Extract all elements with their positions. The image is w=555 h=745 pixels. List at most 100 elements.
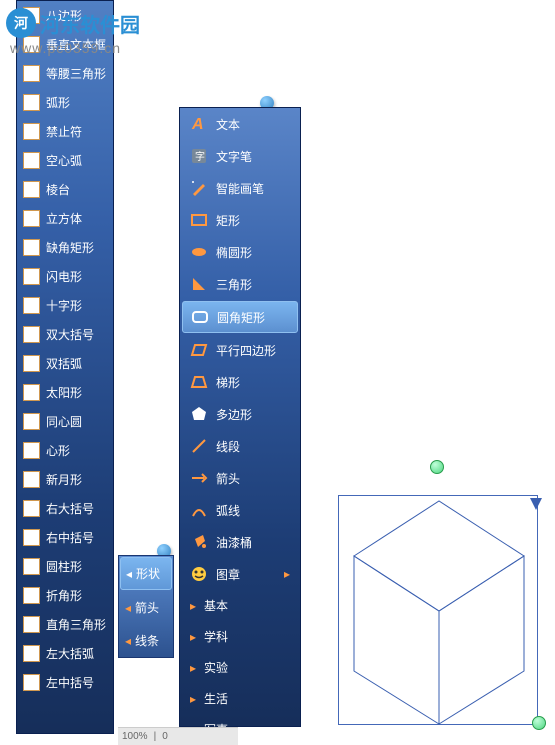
shape-item-isosceles-triangle[interactable]: 等腰三角形 (17, 59, 113, 88)
tool-trapezoid[interactable]: 梯形 (180, 366, 300, 398)
shape-item-heart[interactable]: 心形 (17, 436, 113, 465)
shape-item-arc[interactable]: 弧形 (17, 88, 113, 117)
tool-text[interactable]: A文本 (180, 108, 300, 140)
arrow-icon (190, 469, 208, 487)
tool-stamp[interactable]: 图章▸ (180, 558, 300, 590)
shape-item-frustum[interactable]: 棱台 (17, 175, 113, 204)
shape-item-cube[interactable]: 立方体 (17, 204, 113, 233)
text-icon: A (190, 115, 208, 133)
cross-icon (23, 297, 40, 314)
tool-arrow[interactable]: 箭头 (180, 462, 300, 494)
shape-item-concentric[interactable]: 同心圆 (17, 407, 113, 436)
angle-value: 0 (162, 731, 168, 742)
right-bracket-icon (23, 529, 40, 546)
shape-item-right-brace[interactable]: 右大括号 (17, 494, 113, 523)
status-bar: 100% | 0 (118, 727, 238, 745)
shape-list-panel[interactable]: 八边形 垂直文本框 等腰三角形 弧形 禁止符 空心弧 棱台 立方体 缺角矩形 闪… (16, 0, 114, 734)
mini-item-shapes[interactable]: ◂形状 (120, 557, 172, 590)
resize-handle[interactable] (532, 716, 546, 730)
shape-item-hollow-arc[interactable]: 空心弧 (17, 146, 113, 175)
tool-triangle[interactable]: 三角形 (180, 268, 300, 300)
shape-item-cross[interactable]: 十字形 (17, 291, 113, 320)
right-brace-icon (23, 500, 40, 517)
notched-rect-icon (23, 239, 40, 256)
ellipse-icon (190, 243, 208, 261)
shape-item-double-bracket[interactable]: 双括弧 (17, 349, 113, 378)
lightning-icon (23, 268, 40, 285)
shape-item-lightning[interactable]: 闪电形 (17, 262, 113, 291)
folded-corner-icon (23, 587, 40, 604)
tool-panel: A文本 字文字笔 智能画笔 矩形 椭圆形 三角形 圆角矩形 平行四边形 梯形 多… (179, 107, 301, 727)
cube-icon (23, 210, 40, 227)
svg-text:字: 字 (195, 150, 205, 163)
shape-item-notched-rect[interactable]: 缺角矩形 (17, 233, 113, 262)
category-subject[interactable]: ▸学科 (180, 621, 300, 652)
chevron-right-icon: ▸ (190, 630, 196, 644)
drawing-canvas[interactable] (328, 460, 546, 730)
triangle-icon (190, 275, 208, 293)
arc-icon (190, 501, 208, 519)
category-basic[interactable]: ▸基本 (180, 590, 300, 621)
hollow-arc-icon (23, 152, 40, 169)
bucket-icon (190, 533, 208, 551)
shape-item-prohibition[interactable]: 禁止符 (17, 117, 113, 146)
selection-box[interactable] (338, 495, 538, 725)
tool-smart-pen[interactable]: 智能画笔 (180, 172, 300, 204)
smart-pen-icon (190, 179, 208, 197)
tool-ellipse[interactable]: 椭圆形 (180, 236, 300, 268)
rotate-handle[interactable] (430, 460, 444, 474)
shape-item-vertical-textbox[interactable]: 垂直文本框 (17, 30, 113, 59)
concentric-icon (23, 413, 40, 430)
shape-item-crescent[interactable]: 新月形 (17, 465, 113, 494)
heart-icon (23, 442, 40, 459)
chevron-left-icon: ◂ (125, 601, 131, 615)
shape-item-right-bracket[interactable]: 右中括号 (17, 523, 113, 552)
shape-item-left-bracket[interactable]: 左中括号 (17, 668, 113, 697)
double-brace-icon (23, 326, 40, 343)
chevron-right-icon: ▸ (284, 567, 290, 581)
left-bracket-icon (23, 674, 40, 691)
tool-rectangle[interactable]: 矩形 (180, 204, 300, 236)
tool-parallelogram[interactable]: 平行四边形 (180, 334, 300, 366)
chevron-right-icon: ▸ (190, 661, 196, 675)
tool-arc[interactable]: 弧线 (180, 494, 300, 526)
tool-polygon[interactable]: 多边形 (180, 398, 300, 430)
line-icon (190, 437, 208, 455)
left-brace-icon (23, 645, 40, 662)
tool-rounded-rect[interactable]: 圆角矩形 (182, 301, 298, 333)
category-mini-panel: ◂形状 ◂箭头 ◂线条 (118, 555, 174, 658)
polygon-icon (190, 405, 208, 423)
category-life[interactable]: ▸生活 (180, 683, 300, 714)
vertical-textbox-icon (23, 36, 40, 53)
tool-line[interactable]: 线段 (180, 430, 300, 462)
chevron-right-icon: ▸ (190, 599, 196, 613)
svg-text:A: A (191, 116, 204, 133)
mini-item-lines[interactable]: ◂线条 (119, 624, 173, 657)
isosceles-triangle-icon (23, 65, 40, 82)
shape-item-sun[interactable]: 太阳形 (17, 378, 113, 407)
shape-item-double-brace[interactable]: 双大括号 (17, 320, 113, 349)
shape-item-folded-corner[interactable]: 折角形 (17, 581, 113, 610)
frustum-icon (23, 181, 40, 198)
shape-item-cylinder[interactable]: 圆柱形 (17, 552, 113, 581)
prohibition-icon (23, 123, 40, 140)
tool-text-pen[interactable]: 字文字笔 (180, 140, 300, 172)
mini-item-arrows[interactable]: ◂箭头 (119, 591, 173, 624)
stamp-icon (190, 565, 208, 583)
sun-icon (23, 384, 40, 401)
shape-item-octagon[interactable]: 八边形 (17, 1, 113, 30)
cube-shape[interactable] (339, 496, 539, 726)
parallelogram-icon (190, 341, 208, 359)
shape-item-right-triangle[interactable]: 直角三角形 (17, 610, 113, 639)
rounded-rect-icon (191, 308, 209, 326)
octagon-icon (23, 7, 40, 24)
dropdown-handle[interactable] (530, 498, 542, 510)
category-experiment[interactable]: ▸实验 (180, 652, 300, 683)
text-pen-icon: 字 (190, 147, 208, 165)
chevron-right-icon: ▸ (190, 692, 196, 706)
tool-bucket[interactable]: 油漆桶 (180, 526, 300, 558)
shape-item-left-brace[interactable]: 左大括弧 (17, 639, 113, 668)
cylinder-icon (23, 558, 40, 575)
arc-shape-icon (23, 94, 40, 111)
double-bracket-icon (23, 355, 40, 372)
